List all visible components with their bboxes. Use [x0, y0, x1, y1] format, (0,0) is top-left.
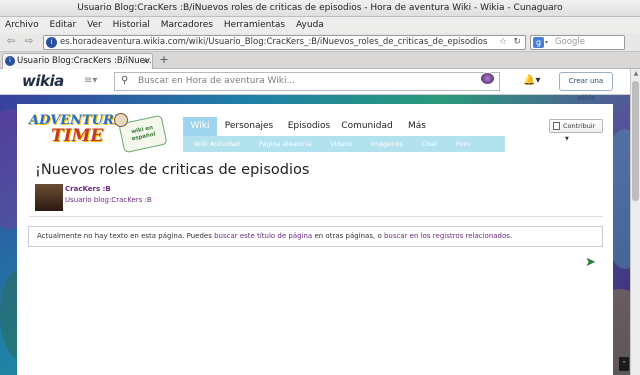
search-title-link[interactable]: buscar este título de página [214, 232, 312, 240]
subnav-videos[interactable]: Videos [330, 140, 352, 148]
wiki-sub-navigation: Wiki Actividad Página aleatoria Videos Imág… [183, 136, 505, 152]
scroll-up-icon[interactable]: ▲ [631, 69, 640, 78]
notice-suffix: . [509, 232, 513, 240]
wiki-search-placeholder: Buscar en Hora de aventura Wiki... [138, 76, 296, 86]
author-name-link[interactable]: CracKers :B [65, 185, 111, 193]
search-bar[interactable]: g ▾ Google [530, 35, 625, 50]
menu-marcadores[interactable]: Marcadores [161, 20, 213, 30]
page-viewport: wikia ≡▾ ⚲ Buscar en Hora de aventura Wi… [0, 69, 630, 375]
scrollbar-thumb[interactable] [632, 81, 639, 201]
tab-close-icon[interactable]: ✕ [142, 54, 149, 69]
no-article-notice: Actualmente no hay texto en esta página.… [28, 226, 603, 247]
bookmark-star-icon[interactable]: ☆ [499, 36, 507, 49]
wiki-navigation: Wiki Personajes Episodios Comunidad Más … [183, 117, 505, 153]
nav-tab-comunidad[interactable]: Comunidad [339, 117, 395, 136]
wordmark-line2: TIME [51, 126, 104, 146]
subnav-imagenes[interactable]: Imágenes [371, 140, 403, 148]
wikia-logo[interactable]: wikia [22, 72, 64, 90]
tab-bar: i Usuario Blog:CracKers :B/iNuev... ✕ + [0, 52, 640, 69]
back-button[interactable]: ⇦ [4, 35, 18, 49]
menu-ayuda[interactable]: Ayuda [296, 20, 324, 30]
menu-historial[interactable]: Historial [113, 20, 150, 30]
search-icon: ⚲ [121, 75, 129, 86]
menu-archivo[interactable]: Archivo [5, 20, 39, 30]
nav-tab-wiki[interactable]: Wiki [183, 117, 217, 136]
menu-editar[interactable]: Editar [50, 20, 77, 30]
menu-ver[interactable]: Ver [87, 20, 102, 30]
subnav-chat[interactable]: Chat [422, 140, 437, 148]
url-bar[interactable]: i es.horadeaventura.wikia.com/wiki/Usuar… [43, 35, 526, 50]
scroll-to-top-icon[interactable]: ⌃ [619, 357, 629, 371]
create-wiki-button[interactable]: Crear una wikia [559, 72, 613, 102]
wikia-global-nav: wikia ≡▾ ⚲ Buscar en Hora de aventura Wi… [0, 69, 630, 102]
nav-tab-episodios[interactable]: Episodios [281, 117, 337, 136]
mouse-cursor-icon: ➤ [585, 255, 596, 270]
author-blog-link[interactable]: Usuario blog:CracKers :B [65, 196, 152, 204]
notice-middle: en otras páginas, o [312, 232, 384, 240]
nav-tab-mas[interactable]: Más [401, 117, 433, 136]
wiki-search-input[interactable]: ⚲ Buscar en Hora de aventura Wiki... [114, 72, 500, 91]
new-tab-button[interactable]: + [157, 54, 171, 67]
character-icon [114, 113, 128, 127]
tab-label: Usuario Blog:CracKers :B/iNuev... [17, 56, 153, 66]
navigation-bar: ⇦ ⇨ i es.horadeaventura.wikia.com/wiki/U… [0, 33, 640, 52]
favicon-icon: i [5, 56, 15, 66]
edit-page-icon [553, 122, 560, 130]
author-avatar[interactable] [35, 184, 63, 211]
chevron-down-icon: ▼ [565, 136, 569, 142]
tab-current[interactable]: i Usuario Blog:CracKers :B/iNuev... ✕ [2, 53, 153, 69]
notifications-bell-icon[interactable]: 🔔▾ [523, 75, 540, 86]
page-title: ¡Nuevos roles de criticas de episodios [35, 162, 310, 178]
reload-icon[interactable]: ↻ [513, 36, 521, 49]
search-engine-icon[interactable]: g [533, 37, 544, 48]
url-text: es.horadeaventura.wikia.com/wiki/Usuario… [60, 37, 488, 47]
subnav-pagina-aleatoria[interactable]: Página aleatoria [259, 140, 311, 148]
menu-bar: Archivo Editar Ver Historial Marcadores … [0, 17, 640, 33]
search-placeholder: Google [555, 37, 585, 47]
menu-icon[interactable]: ≡▾ [84, 75, 97, 86]
subnav-foro[interactable]: Foro [456, 140, 470, 148]
page-scrollbar[interactable]: ▲ [630, 69, 640, 375]
contribute-button[interactable]: Contribuir ▼ [549, 119, 603, 142]
subnav-wiki-actividad[interactable]: Wiki Actividad [194, 140, 240, 148]
contribute-label: Contribuir [563, 122, 596, 130]
chevron-down-icon[interactable]: ▾ [545, 36, 548, 49]
user-avatar[interactable] [480, 72, 495, 85]
search-logs-link[interactable]: buscar en los registros relacionados [384, 232, 510, 240]
nav-tab-personajes[interactable]: Personajes [221, 117, 277, 136]
site-identity-icon[interactable]: i [46, 37, 57, 48]
forward-button[interactable]: ⇨ [22, 35, 36, 49]
window-title: Usuario Blog:CracKers :B/iNuevos roles d… [0, 0, 640, 17]
wiki-wordmark[interactable]: ADVENTURE TIME wiki en español [29, 113, 173, 157]
divider [29, 216, 603, 217]
wiki-page: ADVENTURE TIME wiki en español Wiki Pers… [17, 104, 613, 375]
notice-prefix: Actualmente no hay texto en esta página.… [37, 232, 215, 240]
menu-herramientas[interactable]: Herramientas [224, 20, 285, 30]
